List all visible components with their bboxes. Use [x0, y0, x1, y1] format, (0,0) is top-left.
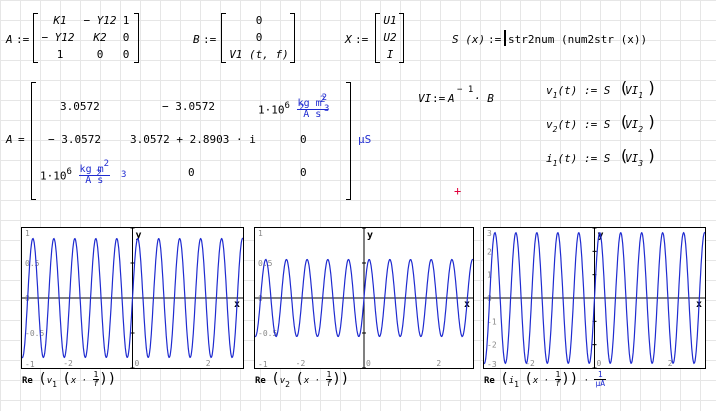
x-tick-label: 0	[366, 359, 371, 368]
i1-paren-close: )	[647, 146, 657, 165]
B-label: B	[193, 33, 200, 46]
plot-i1-svg: 3210-1-2-3 -2 0 2yx	[484, 228, 705, 368]
text-cursor	[504, 30, 506, 46]
result-right-bracket	[346, 82, 351, 200]
X-v0: U1	[383, 14, 397, 27]
y-tick-label: -2	[487, 341, 497, 350]
A-m22: 0	[122, 48, 130, 61]
plot-v1-svg: 10.50-0.5-1 -2 0 2yx	[22, 228, 243, 368]
y-tick-label: -3	[487, 360, 497, 368]
A-m10: − Y12	[41, 31, 75, 44]
y-tick-label: -1	[25, 360, 35, 368]
X-v1: U2	[383, 31, 397, 44]
result-unit: μS	[358, 133, 372, 146]
plot-v2-trace-label[interactable]: Re (v2 (x · 1 f))	[255, 371, 349, 390]
y-tick-label: 2	[487, 247, 492, 256]
VI-lhs: VI	[418, 92, 432, 105]
S-rhs: str2num (num2str (x))	[508, 33, 648, 46]
B-v2: V1 (t, f)	[229, 48, 289, 61]
VI-assign: :=	[432, 92, 446, 105]
A-m02: 1	[122, 14, 130, 27]
plot-v1-trace-label[interactable]: Re (v1 (x · 1 f))	[22, 371, 116, 390]
A-right-bracket	[134, 13, 139, 63]
S-assign: :=	[488, 33, 502, 46]
y-tick-label: 1	[25, 229, 30, 238]
x-tick-label: 2	[436, 359, 441, 368]
VI-A: A	[448, 92, 455, 105]
X-assign: :=	[355, 33, 369, 46]
crosshair-cursor: +	[454, 184, 462, 198]
A-assign: :=	[16, 33, 30, 46]
X-v2: I	[386, 48, 394, 61]
B-v0: 0	[255, 14, 263, 27]
A-m12: 0	[122, 31, 130, 44]
v2-lhs: v2(t) := S	[546, 118, 611, 134]
r12: 0	[300, 133, 307, 146]
plot-i1[interactable]: 3 2 1 0 -1 -2 -3 -2 0 2 y x	[483, 227, 706, 369]
v1-lhs: v1(t) := S	[546, 84, 611, 100]
x-tick-label: -2	[63, 359, 73, 368]
A-m20: 1	[56, 48, 64, 61]
A-m01: − Y12	[83, 14, 117, 27]
r11: 3.0572 + 2.8903 · i	[130, 133, 256, 146]
v2-rhs: VI2	[625, 118, 644, 134]
r00: 3.0572	[60, 100, 100, 113]
plot-v2[interactable]: 1 0.5 0 -0.5 -1 -2 0 2 y x	[254, 227, 474, 369]
r01: − 3.0572	[162, 100, 215, 113]
y-tick-label: -0.5	[25, 329, 44, 338]
X-label: X	[345, 33, 352, 46]
r02-Asq: 2	[299, 103, 305, 113]
B-v1: 0	[255, 31, 263, 44]
A-m21: 0	[96, 48, 104, 61]
y-tick-label: 1	[258, 229, 263, 238]
y-tick-label: -1	[258, 360, 268, 368]
VI-times-B: · B	[474, 92, 494, 105]
A-m11: K2	[93, 31, 107, 44]
VI-inverse: − 1	[457, 85, 474, 95]
S-lhs: S (x)	[452, 33, 486, 46]
r20-cube: 3	[121, 170, 127, 180]
i1-lhs: i1(t) := S	[546, 152, 611, 168]
x-tick-label: 0	[135, 359, 140, 368]
r21: 0	[188, 166, 195, 179]
A-m00: K1	[53, 14, 67, 27]
r10: − 3.0572	[48, 133, 101, 146]
B-assign: :=	[203, 33, 217, 46]
i1-rhs: VI3	[625, 152, 644, 168]
v1-rhs: VI1	[625, 84, 644, 100]
A-label: A	[6, 33, 13, 46]
plot-v1[interactable]: 1 0.5 0 -0.5 -1 -2 0 2 y x	[21, 227, 244, 369]
plot-v2-svg: 10.50-0.5-1 -2 0 2yx	[255, 228, 473, 368]
y-tick-label: 0.5	[25, 259, 40, 268]
r02-cube: 3	[324, 104, 330, 114]
x-tick-label: 2	[206, 359, 211, 368]
plot-i1-trace-label[interactable]: Re (i1 (x · 1 f)) · 1 μA	[484, 371, 607, 389]
y-axis-label: y	[367, 230, 373, 241]
result-left-bracket	[31, 82, 36, 200]
r02: 1·106 kg m2 A s	[258, 93, 329, 120]
result-equals: =	[18, 133, 25, 146]
r22: 0	[300, 166, 307, 179]
x-tick-label: -2	[296, 359, 306, 368]
v1-paren-close: )	[647, 78, 657, 97]
result-A-label: A	[6, 133, 13, 146]
v2-paren-close: )	[647, 112, 657, 131]
x-tick-label: 0	[597, 359, 602, 368]
y-tick-label: 3	[487, 229, 492, 238]
r20-Asq: 2	[96, 169, 102, 179]
